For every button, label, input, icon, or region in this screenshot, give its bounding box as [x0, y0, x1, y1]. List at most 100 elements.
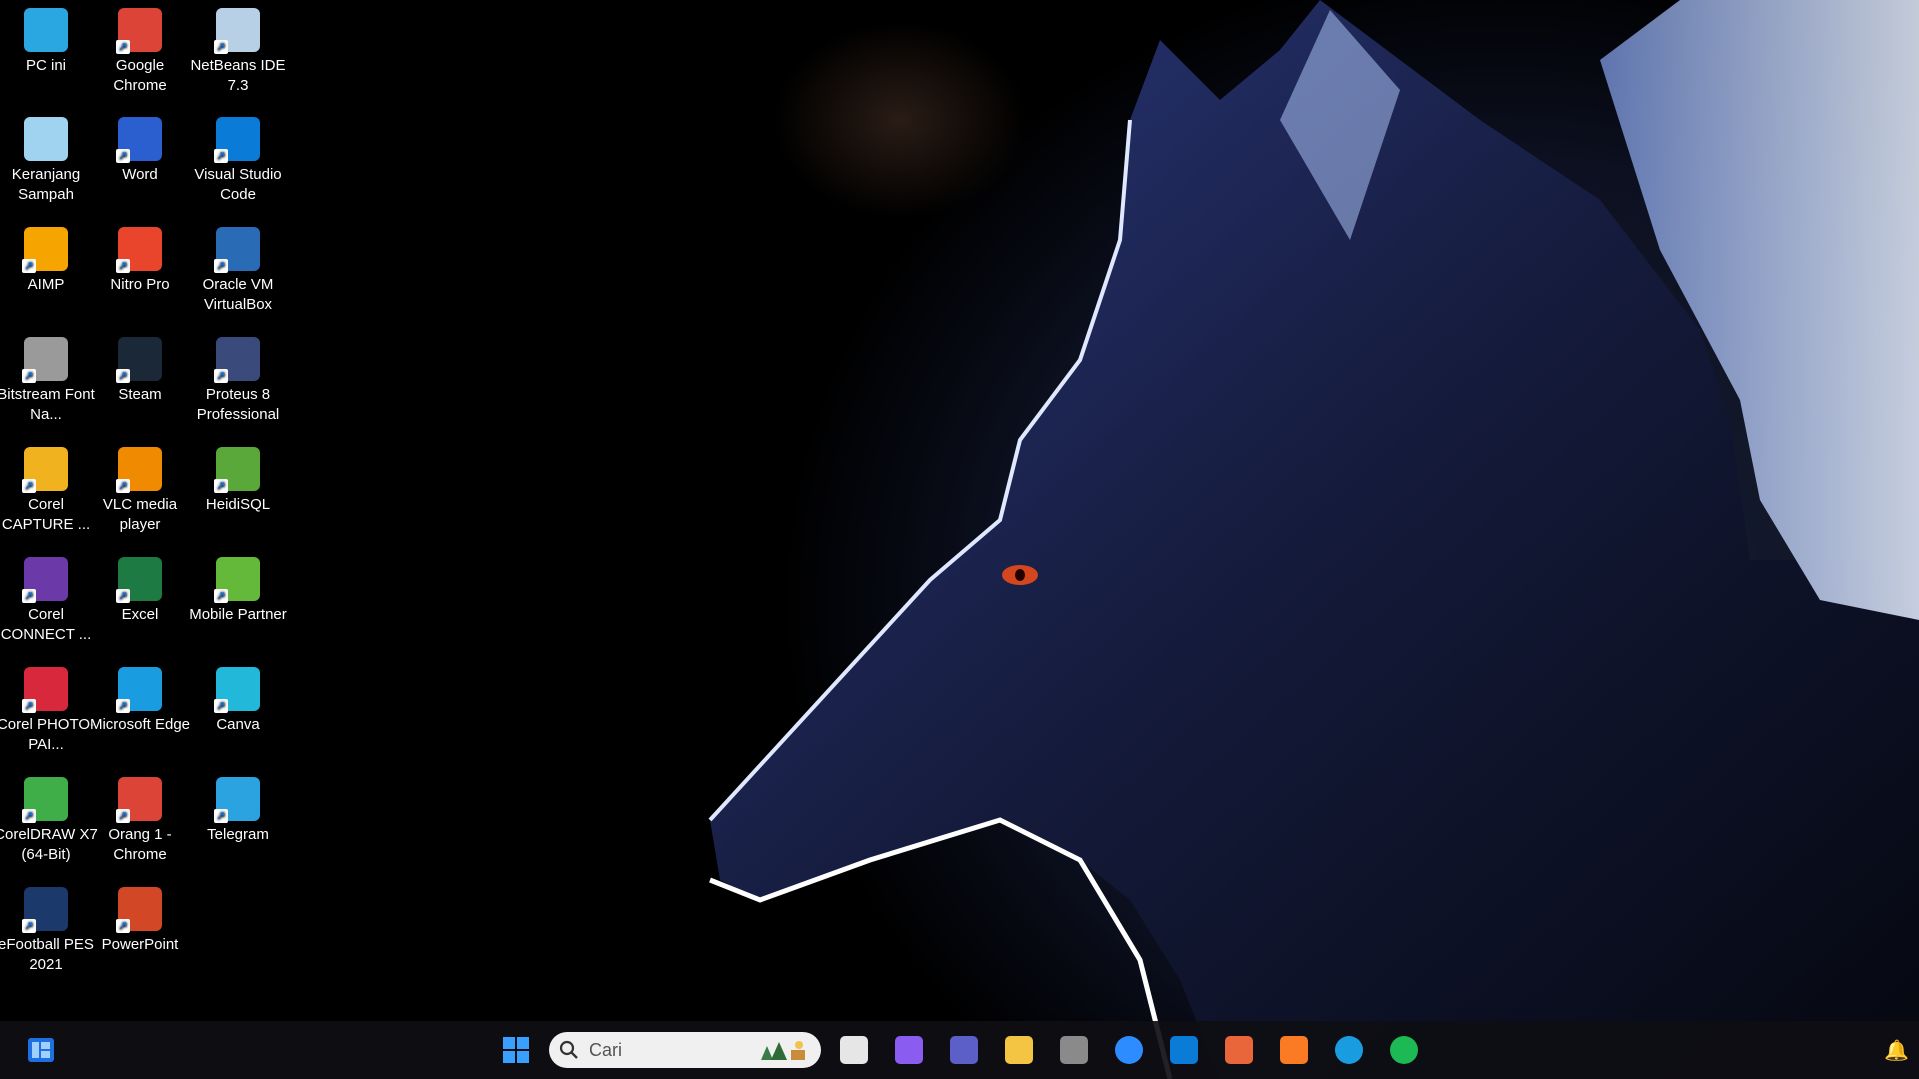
desktop-icon-label: AIMP	[27, 276, 65, 293]
copilot-icon	[895, 1036, 923, 1064]
desktop-icon-label: Canva	[216, 716, 260, 733]
desktop-icon-label: Bitstream Font Na...	[0, 386, 95, 423]
efootball-icon: ↗	[22, 887, 68, 933]
taskbar-edge-button[interactable]	[1330, 1031, 1368, 1069]
desktop-icon-label: Keranjang Sampah	[11, 166, 81, 203]
search-highlight-icon	[761, 1041, 805, 1060]
nitro-pro-icon: ↗	[116, 227, 162, 273]
wolf-wallpaper	[708, 0, 1919, 1079]
zoom-icon	[1115, 1036, 1143, 1064]
desktop-icon-label: Orang 1 - Chrome	[108, 826, 172, 863]
shortcut-arrow-icon: ↗	[116, 919, 130, 933]
vscode-icon	[1170, 1036, 1198, 1064]
desktop-icon-chrome-profile[interactable]: ↗ Orang 1 - Chrome	[88, 777, 192, 865]
desktop-icon-label: Microsoft Edge	[89, 716, 191, 733]
desktop-icon-label: Google Chrome	[113, 57, 167, 94]
virtualbox-icon: ↗	[214, 227, 260, 273]
shortcut-arrow-icon: ↗	[116, 479, 130, 493]
desktop-icon-label: Corel CONNECT ...	[0, 606, 92, 643]
desktop-icon-label: PowerPoint	[101, 936, 179, 953]
shield-app-icon	[1060, 1036, 1088, 1064]
taskbar-teams-button[interactable]	[945, 1031, 983, 1069]
shortcut-arrow-icon: ↗	[22, 369, 36, 383]
desktop-icon-label: eFootball PES 2021	[0, 936, 94, 973]
telegram-icon: ↗	[214, 777, 260, 823]
teams-icon	[950, 1036, 978, 1064]
desktop-icon-monitor[interactable]: PC ini	[0, 8, 98, 76]
desktop-icon-corel-capture[interactable]: ↗ Corel CAPTURE ...	[0, 447, 98, 535]
desktop-icon-excel[interactable]: ↗ Excel	[88, 557, 192, 625]
spotify-icon	[1390, 1036, 1418, 1064]
shortcut-arrow-icon: ↗	[22, 809, 36, 823]
taskbar-app-shield-button[interactable]	[1055, 1031, 1093, 1069]
shortcut-arrow-icon: ↗	[214, 809, 228, 823]
desktop-icon-edge[interactable]: ↗ Microsoft Edge	[88, 667, 192, 735]
desktop-icon-steam[interactable]: ↗ Steam	[88, 337, 192, 405]
desktop-icon-coreldraw[interactable]: ↗ CorelDRAW X7 (64-Bit)	[0, 777, 98, 865]
taskbar-xampp-button[interactable]	[1275, 1031, 1313, 1069]
recycle-bin-icon	[24, 117, 68, 161]
desktop-icon-efootball[interactable]: ↗ eFootball PES 2021	[0, 887, 98, 975]
shortcut-arrow-icon: ↗	[116, 809, 130, 823]
matlab-icon	[1225, 1036, 1253, 1064]
vscode-icon: ↗	[214, 117, 260, 163]
chrome-profile-icon: ↗	[116, 777, 162, 823]
shortcut-arrow-icon: ↗	[214, 589, 228, 603]
desktop-icon-corel-connect[interactable]: ↗ Corel CONNECT ...	[0, 557, 98, 645]
desktop-icon-mobile-partner[interactable]: ↗ Mobile Partner	[186, 557, 290, 625]
desktop-icon-vlc[interactable]: ↗ VLC media player	[88, 447, 192, 535]
desktop-icon-label: Corel CAPTURE ...	[1, 496, 91, 533]
desktop-icon-chrome[interactable]: ↗ Google Chrome	[88, 8, 192, 96]
search-placeholder: Cari	[589, 1039, 623, 1060]
taskbar-task-view-button[interactable]	[835, 1031, 873, 1069]
taskbar-vscode-button[interactable]	[1165, 1031, 1203, 1069]
taskbar-spotify-button[interactable]	[1385, 1031, 1423, 1069]
desktop-icon-word[interactable]: ↗ Word	[88, 117, 192, 185]
widgets-button[interactable]	[22, 1031, 60, 1069]
desktop-icon-powerpoint[interactable]: ↗ PowerPoint	[88, 887, 192, 955]
taskbar-file-explorer-button[interactable]	[1000, 1031, 1038, 1069]
coreldraw-icon: ↗	[22, 777, 68, 823]
start-button[interactable]	[497, 1031, 535, 1069]
desktop-icon-heidisql[interactable]: ↗ HeidiSQL	[186, 447, 290, 515]
taskbar: Cari 🔔	[0, 1021, 1919, 1079]
shortcut-arrow-icon: ↗	[22, 699, 36, 713]
taskbar-search-box[interactable]: Cari	[549, 1032, 821, 1068]
widgets-icon	[28, 1038, 54, 1062]
taskbar-zoom-button[interactable]	[1110, 1031, 1148, 1069]
corel-connect-icon: ↗	[22, 557, 68, 603]
desktop-icon-proteus[interactable]: ↗ Proteus 8 Professional	[186, 337, 290, 425]
shortcut-arrow-icon: ↗	[116, 699, 130, 713]
desktop-icon-aimp[interactable]: ↗ AIMP	[0, 227, 98, 295]
desktop-icon-label: PC ini	[25, 57, 66, 74]
shortcut-arrow-icon: ↗	[116, 589, 130, 603]
notification-bell-icon[interactable]: 🔔	[1884, 1038, 1909, 1063]
shortcut-arrow-icon: ↗	[214, 699, 228, 713]
shortcut-arrow-icon: ↗	[116, 149, 130, 163]
shortcut-arrow-icon: ↗	[214, 259, 228, 273]
aimp-icon: ↗	[22, 227, 68, 273]
desktop-icon-nitro-pro[interactable]: ↗ Nitro Pro	[88, 227, 192, 295]
desktop-icon-telegram[interactable]: ↗ Telegram	[186, 777, 290, 845]
desktop-icon-virtualbox[interactable]: ↗ Oracle VM VirtualBox	[186, 227, 290, 315]
desktop-icon-corel-photopaint[interactable]: ↗ Corel PHOTO-PAI...	[0, 667, 98, 755]
desktop-icon-netbeans[interactable]: ↗ NetBeans IDE 7.3	[186, 8, 290, 96]
shortcut-arrow-icon: ↗	[116, 369, 130, 383]
taskbar-copilot-button[interactable]	[890, 1031, 928, 1069]
desktop-icon-recycle-bin[interactable]: Keranjang Sampah	[0, 117, 98, 205]
edge-icon: ↗	[116, 667, 162, 713]
search-icon	[549, 1040, 589, 1060]
shortcut-arrow-icon: ↗	[214, 369, 228, 383]
desktop-icon-canva[interactable]: ↗ Canva	[186, 667, 290, 735]
chrome-icon: ↗	[116, 8, 162, 54]
desktop[interactable]: PC ini Keranjang Sampah ↗ AIMP ↗ Bitstream Fo…	[0, 0, 1919, 1079]
bitstream-font-icon: ↗	[22, 337, 68, 383]
windows-start-icon	[503, 1037, 529, 1063]
proteus-icon: ↗	[214, 337, 260, 383]
desktop-icon-vscode[interactable]: ↗ Visual Studio Code	[186, 117, 290, 205]
taskbar-matlab-button[interactable]	[1220, 1031, 1258, 1069]
excel-icon: ↗	[116, 557, 162, 603]
corel-capture-icon: ↗	[22, 447, 68, 493]
desktop-icon-bitstream-font[interactable]: ↗ Bitstream Font Na...	[0, 337, 98, 425]
edge-icon	[1335, 1036, 1363, 1064]
